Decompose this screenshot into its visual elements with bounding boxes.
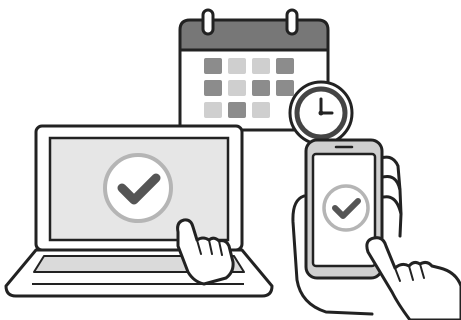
calendar-ring-left <box>201 8 215 36</box>
checkmark-icon <box>322 184 370 232</box>
illustration <box>0 0 461 320</box>
pointing-hand-icon <box>365 236 461 320</box>
calendar-ring-right <box>285 8 299 36</box>
illustration-svg <box>4 8 461 320</box>
clock-icon <box>288 80 354 146</box>
smartphone <box>291 138 403 316</box>
checkmark-icon <box>103 153 173 223</box>
